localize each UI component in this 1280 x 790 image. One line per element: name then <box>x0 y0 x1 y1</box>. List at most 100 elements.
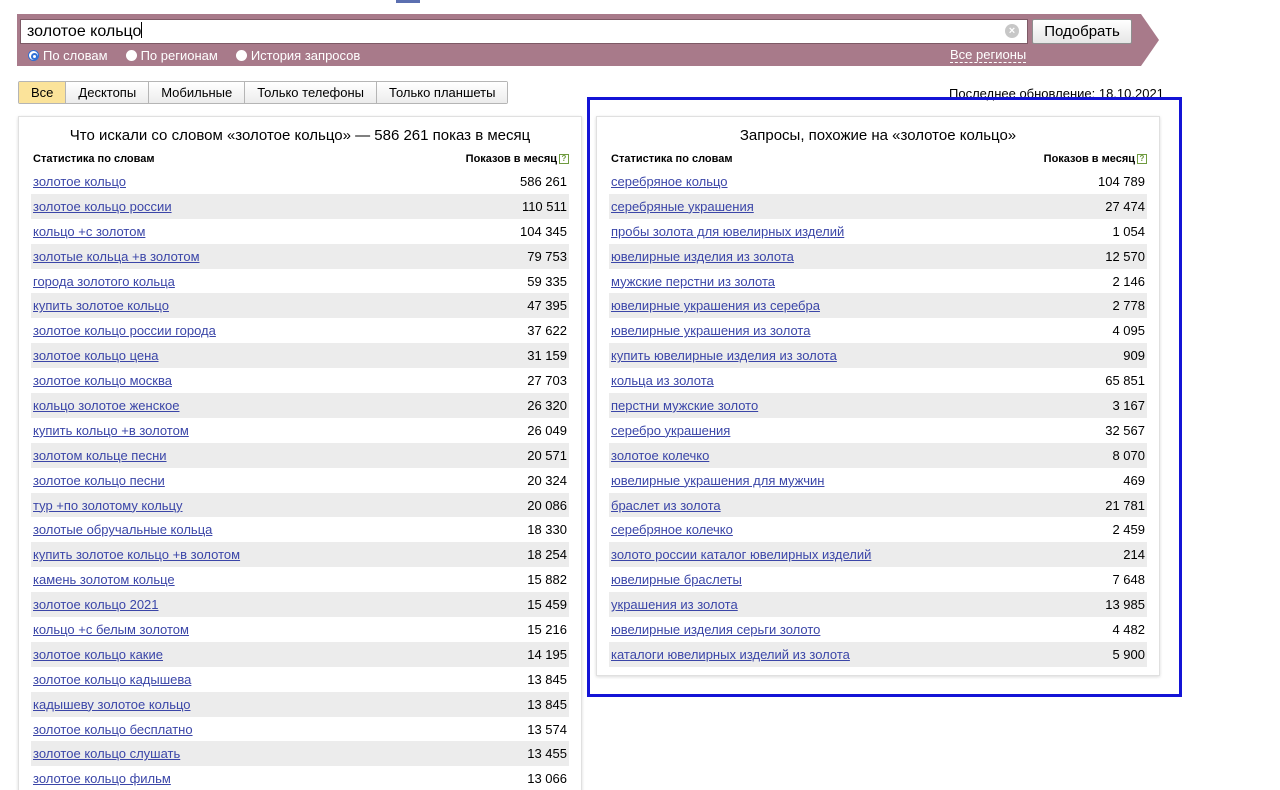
table-row: кадышеву золотое кольцо 13 845 <box>31 691 569 717</box>
radio-unselected-icon <box>125 49 137 61</box>
impressions-count: 26 049 <box>527 422 567 438</box>
query-phrase-link[interactable]: золотое кольцо 2021 <box>33 597 159 612</box>
table-row: золотое кольцо 586 261 <box>31 169 569 194</box>
search-submit-button[interactable]: Подобрать <box>1032 19 1132 44</box>
all-regions-link[interactable]: Все регионы <box>950 47 1027 63</box>
impressions-count: 47 395 <box>527 298 567 314</box>
impressions-count: 15 216 <box>527 621 567 637</box>
query-phrase-link[interactable]: кольцо +с белым золотом <box>33 622 189 637</box>
query-phrase-link[interactable]: золотое кольцо песни <box>33 473 165 488</box>
column-header-phrase: Статистика по словам <box>33 153 155 165</box>
search-bar-arrow <box>1141 14 1159 66</box>
query-phrase-link[interactable]: золотое кольцо россии города <box>33 323 216 338</box>
query-phrase-link[interactable]: золотое кольцо россии <box>33 199 172 214</box>
query-phrase-link[interactable]: кольцо золотое женское <box>33 398 180 413</box>
radio-by-words[interactable]: По словам <box>28 47 108 63</box>
radio-query-history[interactable]: История запросов <box>235 47 361 63</box>
tab-mobile[interactable]: Мобильные <box>149 82 246 103</box>
help-icon[interactable]: ? <box>559 154 569 164</box>
impressions-count: 26 320 <box>527 397 567 413</box>
impressions-count: 13 845 <box>527 671 567 687</box>
query-phrase-link[interactable]: золотое кольцо <box>33 174 126 189</box>
impressions-count: 104 345 <box>520 223 567 239</box>
table-row: купить золотое кольцо +в золотом 18 254 <box>31 542 569 568</box>
impressions-count: 110 511 <box>521 198 567 214</box>
annotation-highlight-box <box>587 97 1182 697</box>
tab-tablets-only[interactable]: Только планшеты <box>377 82 508 103</box>
query-phrase-link[interactable]: золотое кольцо бесплатно <box>33 722 193 737</box>
device-tabs: Все Десктопы Мобильные Только телефоны Т… <box>18 81 509 104</box>
query-phrase-link[interactable]: золотое кольцо слушать <box>33 746 180 761</box>
table-row: тур +по золотому кольцу 20 086 <box>31 492 569 518</box>
table-row: золотое кольцо 2021 15 459 <box>31 592 569 618</box>
tab-all[interactable]: Все <box>19 82 67 103</box>
query-phrase-link[interactable]: золотое кольцо какие <box>33 647 163 662</box>
table-row: золотое кольцо какие 14 195 <box>31 641 569 667</box>
table-row: золотое кольцо россии 110 511 <box>31 193 569 219</box>
top-edge-mark <box>396 0 420 3</box>
impressions-count: 20 086 <box>527 497 567 513</box>
query-phrase-link[interactable]: золотое кольцо цена <box>33 348 159 363</box>
query-phrase-link[interactable]: золотые обручальные кольца <box>33 522 212 537</box>
column-header-count: Показов в месяц? <box>466 153 569 165</box>
query-phrase-link[interactable]: золотое кольцо кадышева <box>33 672 191 687</box>
impressions-count: 31 159 <box>527 348 567 364</box>
radio-label: По словам <box>43 47 108 63</box>
impressions-count: 59 335 <box>527 273 567 289</box>
table-row: золотое кольцо кадышева 13 845 <box>31 667 569 692</box>
query-phrase-link[interactable]: купить золотое кольцо <box>33 298 169 313</box>
panel-title: Что искали со словом «золотое кольцо» — … <box>69 127 531 144</box>
impressions-count: 14 195 <box>527 646 567 662</box>
table-row: золотое кольцо фильм 13 066 <box>31 766 569 790</box>
clear-icon[interactable]: × <box>1005 24 1019 38</box>
impressions-count: 20 571 <box>527 447 567 463</box>
word-statistics-table: золотое кольцо 586 261 золотое кольцо росс… <box>31 169 569 790</box>
table-row: камень золотом кольце 15 882 <box>31 567 569 592</box>
search-query: золотое кольцо <box>27 23 142 40</box>
table-row: золотое кольцо москва 27 703 <box>31 368 569 393</box>
radio-by-regions[interactable]: По регионам <box>125 47 218 63</box>
query-phrase-link[interactable]: кольцо +с золотом <box>33 224 145 239</box>
search-input[interactable]: золотое кольцо <box>20 19 1028 44</box>
table-row: купить золотое кольцо 47 395 <box>31 293 569 319</box>
query-phrase-link[interactable]: купить золотое кольцо +в золотом <box>33 547 240 562</box>
query-phrase-link[interactable]: кадышеву золотое кольцо <box>33 697 191 712</box>
table-row: города золотого кольца 59 335 <box>31 269 569 294</box>
query-phrase-link[interactable]: золотое кольцо москва <box>33 373 172 388</box>
impressions-count: 13 066 <box>527 771 567 787</box>
query-phrase-link[interactable]: золотое кольцо фильм <box>33 771 171 786</box>
impressions-count: 18 330 <box>527 522 567 538</box>
table-row: кольцо золотое женское 26 320 <box>31 393 569 418</box>
table-row: золотом кольце песни 20 571 <box>31 442 569 468</box>
impressions-count: 13 455 <box>527 746 567 762</box>
impressions-count: 13 574 <box>527 721 567 737</box>
tab-phones-only[interactable]: Только телефоны <box>245 82 378 103</box>
radio-unselected-icon <box>235 49 247 61</box>
table-row: кольцо +с золотом 104 345 <box>31 219 569 244</box>
impressions-count: 20 324 <box>527 472 567 488</box>
impressions-count: 27 703 <box>527 373 567 389</box>
table-row: золотое кольцо песни 20 324 <box>31 468 569 493</box>
query-phrase-link[interactable]: золотом кольце песни <box>33 448 167 463</box>
impressions-count: 586 261 <box>520 173 567 189</box>
impressions-count: 18 254 <box>527 547 567 563</box>
radio-label: История запросов <box>250 47 361 63</box>
table-row: золотое кольцо бесплатно 13 574 <box>31 717 569 742</box>
query-phrase-link[interactable]: купить кольцо +в золотом <box>33 423 189 438</box>
table-row: золотое кольцо россии города 37 622 <box>31 318 569 343</box>
query-phrase-link[interactable]: тур +по золотому кольцу <box>33 498 183 513</box>
table-row: золотое кольцо слушать 13 455 <box>31 741 569 767</box>
table-row: купить кольцо +в золотом 26 049 <box>31 418 569 443</box>
column-header-count-label: Показов в месяц <box>465 153 557 165</box>
query-phrase-link[interactable]: города золотого кольца <box>33 274 175 289</box>
impressions-count: 13 845 <box>527 696 567 712</box>
query-phrase-link[interactable]: камень золотом кольце <box>33 572 175 587</box>
table-row: золотые кольца +в золотом 79 753 <box>31 243 569 269</box>
table-row: золотые обручальные кольца 18 330 <box>31 517 569 542</box>
text-caret <box>141 22 143 38</box>
impressions-count: 15 459 <box>527 597 567 613</box>
tab-desktops[interactable]: Десктопы <box>66 82 150 103</box>
word-statistics-panel: Что искали со словом «золотое кольцо» — … <box>18 116 582 790</box>
table-row: кольцо +с белым золотом 15 216 <box>31 617 569 642</box>
query-phrase-link[interactable]: золотые кольца +в золотом <box>33 249 200 264</box>
